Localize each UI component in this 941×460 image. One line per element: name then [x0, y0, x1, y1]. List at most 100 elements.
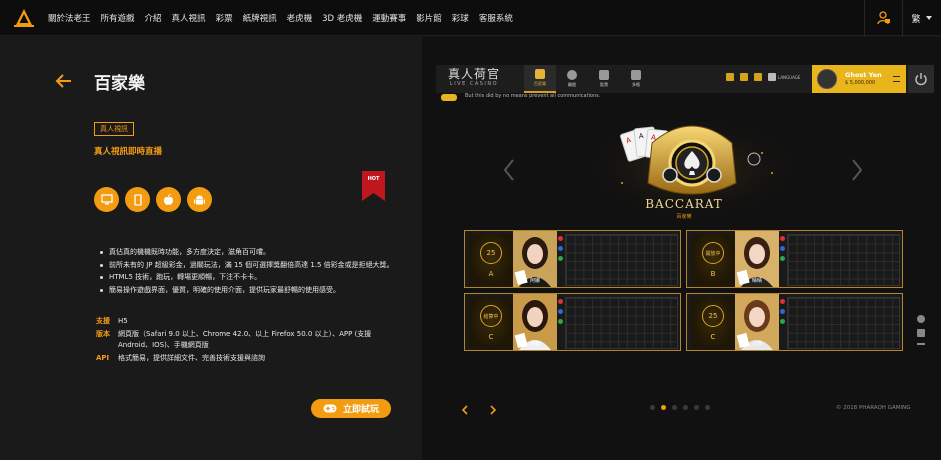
nav-item-sports[interactable]: 運動賽事	[372, 12, 406, 24]
language-label: 繁	[911, 14, 921, 25]
spec-value: 網頁版（Safari 9.0 以上、Chrome 42.0、以上 Firefox…	[118, 330, 372, 349]
game-tabs: 百家樂 輪盤 骰寶 多檯	[524, 65, 652, 93]
spec-api: API 格式簡易，提供詳細文件、完善技術支援與諮詢	[96, 353, 396, 364]
tab-label: 輪盤	[568, 82, 576, 87]
tab-multi-table[interactable]: 多檯	[620, 65, 652, 93]
dice-icon	[599, 70, 609, 80]
hot-badge: HOT	[362, 171, 385, 201]
user-login-button[interactable]	[866, 0, 902, 36]
more-icon[interactable]	[917, 343, 925, 345]
power-icon	[915, 73, 927, 86]
tie-dot	[780, 319, 785, 324]
fullscreen-icon[interactable]	[754, 73, 762, 81]
carousel-prev-icon[interactable]	[502, 158, 516, 182]
nav-item-slots[interactable]: 老虎機	[287, 12, 313, 24]
page-dot[interactable]	[683, 405, 688, 410]
nav-item-support[interactable]: 客服系統	[479, 12, 513, 24]
bead-road	[787, 234, 900, 286]
result-counters	[780, 236, 786, 266]
table-card[interactable]: 25 C 小安	[686, 293, 903, 351]
history-icon[interactable]	[740, 73, 748, 81]
tie-dot	[780, 256, 785, 261]
chat-icon[interactable]	[917, 329, 925, 337]
nav-item-all-games[interactable]: 所有遊戲	[101, 12, 135, 24]
game-preview: 真人荷官 LIVE CASINO 百家樂 輪盤 骰寶 多檯 LANGUAGE G…	[422, 37, 941, 460]
platform-mobile	[125, 187, 150, 212]
feature-list: 真佔真的機機既時功能，多方度決定，滋角百可嚐。 前所未有的 JP 超級彩金，過關…	[100, 247, 396, 297]
menu-icon[interactable]	[893, 76, 900, 82]
nav-item-card-games[interactable]: 紙牌視訊	[243, 12, 277, 24]
multi-table-icon	[631, 70, 641, 80]
nav-item-intro[interactable]: 介紹	[145, 12, 162, 24]
page-dot[interactable]	[661, 405, 666, 410]
hot-label: HOT	[367, 176, 380, 182]
category-tag: 真人視訊	[94, 122, 134, 136]
power-button[interactable]	[908, 65, 934, 93]
banker-dot	[558, 299, 563, 304]
product-subtitle: 真人視訊即時直播	[94, 147, 163, 157]
tab-roulette[interactable]: 輪盤	[556, 65, 588, 93]
android-icon	[194, 195, 205, 204]
sound-icon[interactable]	[726, 73, 734, 81]
game-language-label[interactable]: LANGUAGE	[778, 75, 800, 80]
spec-value: 格式簡易，提供詳細文件、完善技術支援與諮詢	[118, 354, 265, 362]
top-navigation: 關於法老王 所有遊戲 介紹 真人視訊 彩票 紙牌視訊 老虎機 3D 老虎機 運動…	[0, 0, 941, 36]
player-balance: $ 5,000,000	[845, 80, 876, 86]
language-select[interactable]: 繁	[903, 0, 941, 36]
back-arrow-icon[interactable]	[54, 71, 74, 91]
game-header-bar: 真人荷官 LIVE CASINO 百家樂 輪盤 骰寶 多檯 LANGUAGE G…	[436, 65, 934, 93]
page-dot[interactable]	[694, 405, 699, 410]
nav-item-ball[interactable]: 彩球	[452, 12, 469, 24]
nav-item-3d-slots[interactable]: 3D 老虎機	[322, 12, 362, 24]
result-counters	[780, 299, 786, 329]
platform-desktop	[94, 187, 119, 212]
player-dot	[780, 246, 785, 251]
nav-item-video[interactable]: 影片館	[416, 12, 442, 24]
table-card[interactable]: 25 A 阿娜	[464, 230, 681, 288]
feature-item: HTML5 技術，跑玩，轉場更順暢，下注不卡卡。	[100, 272, 396, 283]
spec-key: 支援	[96, 317, 110, 325]
spec-value: H5	[118, 317, 128, 325]
dealer-name: 阿娜	[529, 278, 540, 284]
try-now-button[interactable]: 立即試玩	[311, 399, 391, 418]
page-dot[interactable]	[672, 405, 677, 410]
tab-sicbo[interactable]: 骰寶	[588, 65, 620, 93]
feature-item: 前所未有的 JP 超級彩金，過關玩法，滿 15 個可選擇獎翻倍高達 1.5 倍彩…	[100, 260, 396, 271]
language-icon[interactable]	[768, 73, 776, 81]
roulette-icon	[567, 70, 577, 80]
pager-arrows	[459, 401, 515, 415]
table-card[interactable]: 結算中 C 小安	[464, 293, 681, 351]
page-dot[interactable]	[650, 405, 655, 410]
nav-item-lottery[interactable]: 彩票	[216, 12, 233, 24]
page-dot[interactable]	[705, 405, 710, 410]
bead-road	[565, 297, 678, 349]
bead-road	[787, 297, 900, 349]
round-counter: 結算中	[480, 305, 502, 327]
dealer-name: 小安	[529, 341, 540, 347]
pharaoh-logo-icon[interactable]	[12, 7, 36, 29]
product-detail-panel: 百家樂 真人視訊 真人視訊即時直播 HOT 真佔真的機機既時功能，多方度決定，滋…	[0, 37, 422, 460]
round-counter: 25	[480, 242, 502, 264]
player-dot	[558, 246, 563, 251]
chevron-down-icon	[925, 16, 932, 20]
announcement-icon	[441, 94, 457, 101]
player-info: Ghost Yen $ 5,000,000	[812, 65, 906, 93]
dealer-name: 小安	[751, 341, 762, 347]
tab-baccarat[interactable]: 百家樂	[524, 65, 556, 93]
pagination-dots	[650, 405, 716, 410]
tab-label: 骰寶	[600, 82, 608, 87]
carousel-next-icon[interactable]	[850, 158, 864, 182]
logo-main-text: 真人荷官	[447, 67, 500, 81]
user-lock-icon	[877, 11, 890, 25]
table-card[interactable]: 開放中 B 晴晴	[686, 230, 903, 288]
page-title: 百家樂	[94, 74, 145, 94]
feature-item: 真佔真的機機既時功能，多方度決定，滋角百可嚐。	[100, 247, 396, 258]
next-page-icon[interactable]	[487, 401, 499, 415]
nav-item-live-casino[interactable]: 真人視訊	[172, 12, 206, 24]
tie-dot	[558, 256, 563, 261]
spec-support: 支援 H5	[96, 316, 396, 327]
info-icon[interactable]	[917, 315, 925, 323]
nav-item-about[interactable]: 關於法老王	[48, 12, 91, 24]
nav-menu: 關於法老王 所有遊戲 介紹 真人視訊 彩票 紙牌視訊 老虎機 3D 老虎機 運動…	[48, 0, 523, 36]
prev-page-icon[interactable]	[459, 401, 471, 415]
